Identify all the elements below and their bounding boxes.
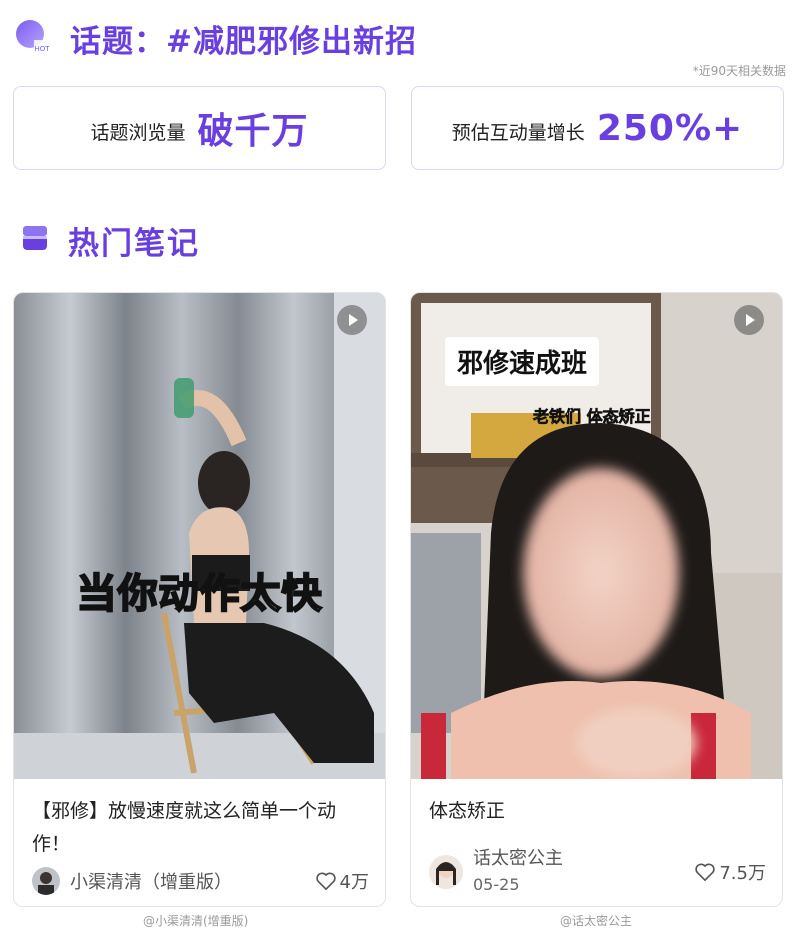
cover-overlay-title: 邪修速成班	[445, 337, 600, 386]
author-row: 小渠清清（增重版） 4万	[32, 867, 369, 895]
cover-overlay-text: 当你动作太快	[76, 570, 323, 618]
book-stack-icon	[23, 226, 47, 250]
author-row: 话太密公主 05-25 7.5万	[429, 846, 766, 898]
play-icon[interactable]	[734, 305, 764, 335]
avatar[interactable]	[429, 855, 463, 889]
image-credit: @话太密公主	[560, 914, 633, 928]
topic-title: 话题：#减肥邪修出新招	[70, 24, 417, 60]
stat-label: 预估互动量增长	[451, 121, 585, 144]
video-cover[interactable]: 当你动作太快	[14, 293, 385, 779]
cover-overlay-subtitle: 老铁们 体态矫正	[533, 407, 651, 427]
data-range-note: *近90天相关数据	[692, 64, 786, 78]
stat-card-interaction-growth: 预估互动量增长 250%+	[411, 86, 784, 170]
author-name[interactable]: 话太密公主	[473, 846, 563, 872]
cover-image	[14, 293, 385, 779]
like-count-value: 7.5万	[719, 863, 766, 884]
stat-label: 话题浏览量	[90, 121, 186, 144]
stat-card-views: 话题浏览量 破千万	[13, 86, 386, 170]
hot-badge-text: HOT	[34, 45, 50, 53]
like-count[interactable]: 4万	[315, 868, 369, 894]
section-title: 热门笔记	[68, 226, 200, 262]
like-count[interactable]: 7.5万	[694, 859, 766, 885]
heart-icon	[315, 872, 336, 890]
author-name[interactable]: 小渠清清（增重版）	[70, 868, 232, 894]
stat-value: 250%+	[596, 107, 744, 149]
avatar[interactable]	[32, 867, 60, 895]
note-title[interactable]: 体态矫正	[429, 795, 768, 828]
play-icon[interactable]	[337, 305, 367, 335]
heart-icon	[695, 863, 716, 881]
topic-header: HOT 话题：#减肥邪修出新招	[14, 14, 614, 60]
section-heading: 热门笔记	[20, 218, 420, 262]
hot-badge-icon: HOT	[16, 20, 50, 54]
stat-value: 破千万	[197, 111, 309, 152]
note-card[interactable]: 邪修速成班 老铁们 体态矫正 体态矫正 话太密公主 05-25 7.5万	[410, 292, 783, 907]
note-title[interactable]: 【邪修】放慢速度就这么简单一个动作！	[32, 795, 371, 861]
video-cover[interactable]: 邪修速成班 老铁们 体态矫正	[411, 293, 782, 779]
note-card[interactable]: 当你动作太快 【邪修】放慢速度就这么简单一个动作！ 小渠清清（增重版） 4万	[13, 292, 386, 907]
image-credit: @小渠清清(增重版)	[143, 914, 249, 928]
like-count-value: 4万	[339, 872, 369, 893]
post-date: 05-25	[473, 875, 520, 894]
